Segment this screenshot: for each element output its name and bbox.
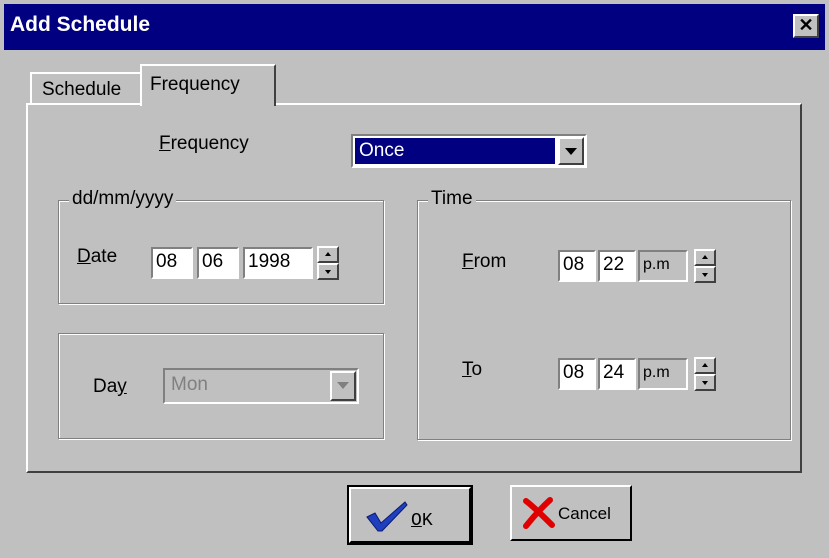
- window-title: Add Schedule: [10, 13, 151, 36]
- to-hour-field[interactable]: 08: [558, 358, 596, 390]
- frequency-select[interactable]: Once: [351, 134, 587, 168]
- add-schedule-dialog: Add Schedule ✕ Schedule Frequency Freque…: [0, 0, 829, 558]
- checkmark-icon: [366, 501, 408, 532]
- spin-up-icon[interactable]: [694, 249, 716, 266]
- close-button[interactable]: ✕: [793, 14, 819, 38]
- date-month-field[interactable]: 06: [197, 247, 239, 279]
- day-dropdown-button: [330, 371, 356, 401]
- frequency-tab-panel: Frequency Once dd/mm/yyyy Date 08 06 199…: [26, 103, 802, 473]
- to-time-spinner[interactable]: [694, 357, 716, 391]
- cross-icon: [523, 497, 555, 529]
- chevron-down-icon: [565, 148, 577, 155]
- spin-down-icon[interactable]: [694, 374, 716, 391]
- time-group-legend: Time: [428, 188, 476, 210]
- date-year-field[interactable]: 1998: [243, 247, 313, 279]
- spin-down-icon[interactable]: [694, 266, 716, 283]
- date-spinner[interactable]: [317, 246, 339, 280]
- date-group-legend: dd/mm/yyyy: [69, 188, 177, 210]
- time-group: Time From 08 22 p.m To 08 24 p.m: [417, 188, 791, 440]
- from-minute-field[interactable]: 22: [598, 250, 636, 282]
- to-ampm-field[interactable]: p.m: [638, 358, 688, 390]
- tab-frequency[interactable]: Frequency: [140, 64, 276, 106]
- spin-down-icon[interactable]: [317, 263, 339, 280]
- to-label: To: [462, 359, 483, 380]
- from-label: From: [462, 251, 507, 272]
- from-ampm-field[interactable]: p.m: [638, 250, 688, 282]
- day-group: Day Mon: [58, 333, 384, 439]
- cancel-button[interactable]: Cancel: [510, 485, 632, 541]
- ok-label: OK: [411, 511, 433, 531]
- tab-frequency-label: Frequency: [150, 74, 240, 95]
- day-label: Day: [93, 376, 127, 397]
- day-selected-value: Mon: [171, 374, 208, 395]
- frequency-selected-value: Once: [355, 138, 555, 164]
- ok-button[interactable]: OK: [347, 485, 473, 545]
- date-label: Date: [77, 246, 118, 267]
- from-hour-field[interactable]: 08: [558, 250, 596, 282]
- frequency-dropdown-button[interactable]: [558, 137, 584, 165]
- close-icon: ✕: [798, 15, 814, 35]
- date-day-field[interactable]: 08: [151, 247, 193, 279]
- frequency-label: Frequency: [159, 133, 249, 154]
- date-group: dd/mm/yyyy Date 08 06 1998: [58, 188, 384, 304]
- title-bar: Add Schedule ✕: [4, 4, 825, 50]
- chevron-down-icon: [337, 382, 349, 389]
- day-select: Mon: [163, 368, 359, 404]
- tab-schedule-label: Schedule: [42, 79, 122, 100]
- spin-up-icon[interactable]: [694, 357, 716, 374]
- cancel-label: Cancel: [558, 504, 611, 523]
- spin-up-icon[interactable]: [317, 246, 339, 263]
- from-time-spinner[interactable]: [694, 249, 716, 283]
- tab-schedule[interactable]: Schedule: [30, 72, 142, 104]
- to-minute-field[interactable]: 24: [598, 358, 636, 390]
